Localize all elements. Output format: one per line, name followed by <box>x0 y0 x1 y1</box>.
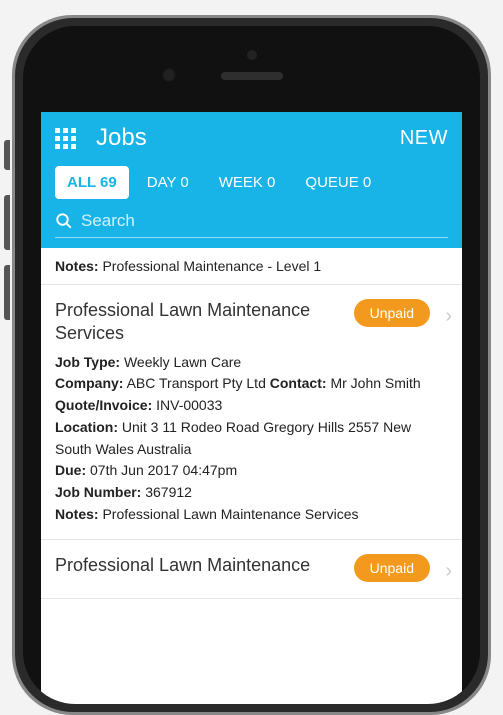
tab-queue[interactable]: QUEUE 0 <box>293 166 383 199</box>
status-badge: Unpaid <box>354 299 430 327</box>
app-header: Jobs NEW ALL 69 DAY 0 WEEK 0 QUEUE 0 <box>41 112 462 248</box>
phone-sensor <box>247 50 257 60</box>
job-type-row: Job Type: Weekly Lawn Care <box>55 352 432 374</box>
jobs-list: Notes: Professional Maintenance - Level … <box>41 248 462 599</box>
phone-mute-switch <box>4 140 10 170</box>
job-number-row: Job Number: 367912 <box>55 482 432 504</box>
tab-all[interactable]: ALL 69 <box>55 166 129 199</box>
menu-grid-icon[interactable] <box>55 128 76 149</box>
company-contact-row: Company: ABC Transport Pty Ltd Contact: … <box>55 373 432 395</box>
job-card[interactable]: Unpaid › Professional Lawn Maintenance <box>41 540 462 598</box>
phone-camera <box>162 68 176 82</box>
phone-volume-down <box>4 265 10 320</box>
phone-volume-up <box>4 195 10 250</box>
phone-frame: Jobs NEW ALL 69 DAY 0 WEEK 0 QUEUE 0 <box>12 15 491 715</box>
due-row: Due: 07th Jun 2017 04:47pm <box>55 460 432 482</box>
job-card[interactable]: Unpaid › Professional Lawn Maintenance S… <box>41 285 462 540</box>
chevron-right-icon: › <box>445 560 452 583</box>
notes-label: Notes: <box>55 258 99 274</box>
search-icon <box>55 212 73 230</box>
tab-week[interactable]: WEEK 0 <box>207 166 288 199</box>
status-badge: Unpaid <box>354 554 430 582</box>
tab-day[interactable]: DAY 0 <box>135 166 201 199</box>
location-row: Location: Unit 3 11 Rodeo Road Gregory H… <box>55 417 432 460</box>
phone-speaker <box>221 72 283 80</box>
filter-tabs: ALL 69 DAY 0 WEEK 0 QUEUE 0 <box>55 166 448 199</box>
quote-invoice-row: Quote/Invoice: INV-00033 <box>55 395 432 417</box>
new-button[interactable]: NEW <box>400 127 448 150</box>
chevron-right-icon: › <box>445 305 452 328</box>
notes-text: Professional Maintenance - Level 1 <box>102 258 321 274</box>
notes-row: Notes: Professional Lawn Maintenance Ser… <box>55 504 432 526</box>
page-title: Jobs <box>96 124 400 152</box>
search-bar[interactable] <box>55 211 448 238</box>
top-notes-row: Notes: Professional Maintenance - Level … <box>41 248 462 285</box>
app-screen: Jobs NEW ALL 69 DAY 0 WEEK 0 QUEUE 0 <box>41 112 462 704</box>
search-input[interactable] <box>81 211 448 231</box>
